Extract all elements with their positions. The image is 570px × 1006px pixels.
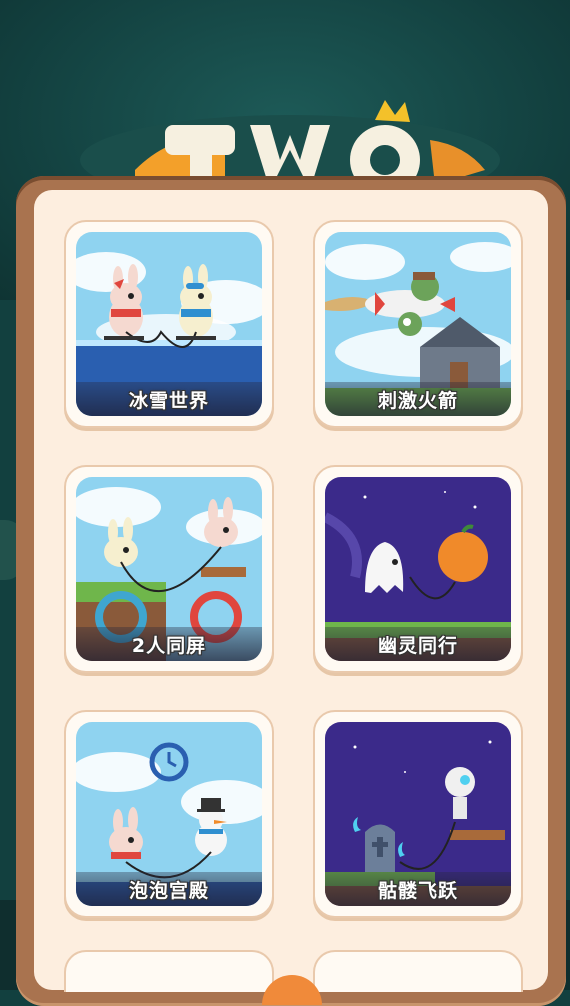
level-label: 冰雪世界 bbox=[128, 389, 209, 412]
level-label: 幽灵同行 bbox=[377, 634, 458, 657]
level-card-partial[interactable] bbox=[313, 950, 523, 992]
level-label: 骷髅飞跃 bbox=[377, 879, 458, 902]
level-list: 冰雪世界 刺激火箭 2人同屏 幽灵同行 泡泡宫殿 骷髅飞跃 bbox=[34, 190, 548, 990]
level-label-bar: 2人同屏 bbox=[76, 627, 262, 661]
level-card-rocket[interactable]: 刺激火箭 bbox=[313, 220, 523, 428]
level-label: 2人同屏 bbox=[131, 634, 207, 657]
level-label-bar: 冰雪世界 bbox=[76, 382, 262, 416]
level-label: 刺激火箭 bbox=[377, 389, 458, 412]
level-card-partial[interactable] bbox=[64, 950, 274, 992]
level-label: 泡泡宫殿 bbox=[128, 879, 209, 902]
level-card-skeleton-leap[interactable]: 骷髅飞跃 bbox=[313, 710, 523, 918]
level-label-bar: 幽灵同行 bbox=[325, 627, 511, 661]
level-card-ice-world[interactable]: 冰雪世界 bbox=[64, 220, 274, 428]
level-label-bar: 泡泡宫殿 bbox=[76, 872, 262, 906]
level-card-two-player[interactable]: 2人同屏 bbox=[64, 465, 274, 673]
level-label-bar: 刺激火箭 bbox=[325, 382, 511, 416]
level-label-bar: 骷髅飞跃 bbox=[325, 872, 511, 906]
level-card-ghost[interactable]: 幽灵同行 bbox=[313, 465, 523, 673]
level-card-bubble-palace[interactable]: 泡泡宫殿 bbox=[64, 710, 274, 918]
